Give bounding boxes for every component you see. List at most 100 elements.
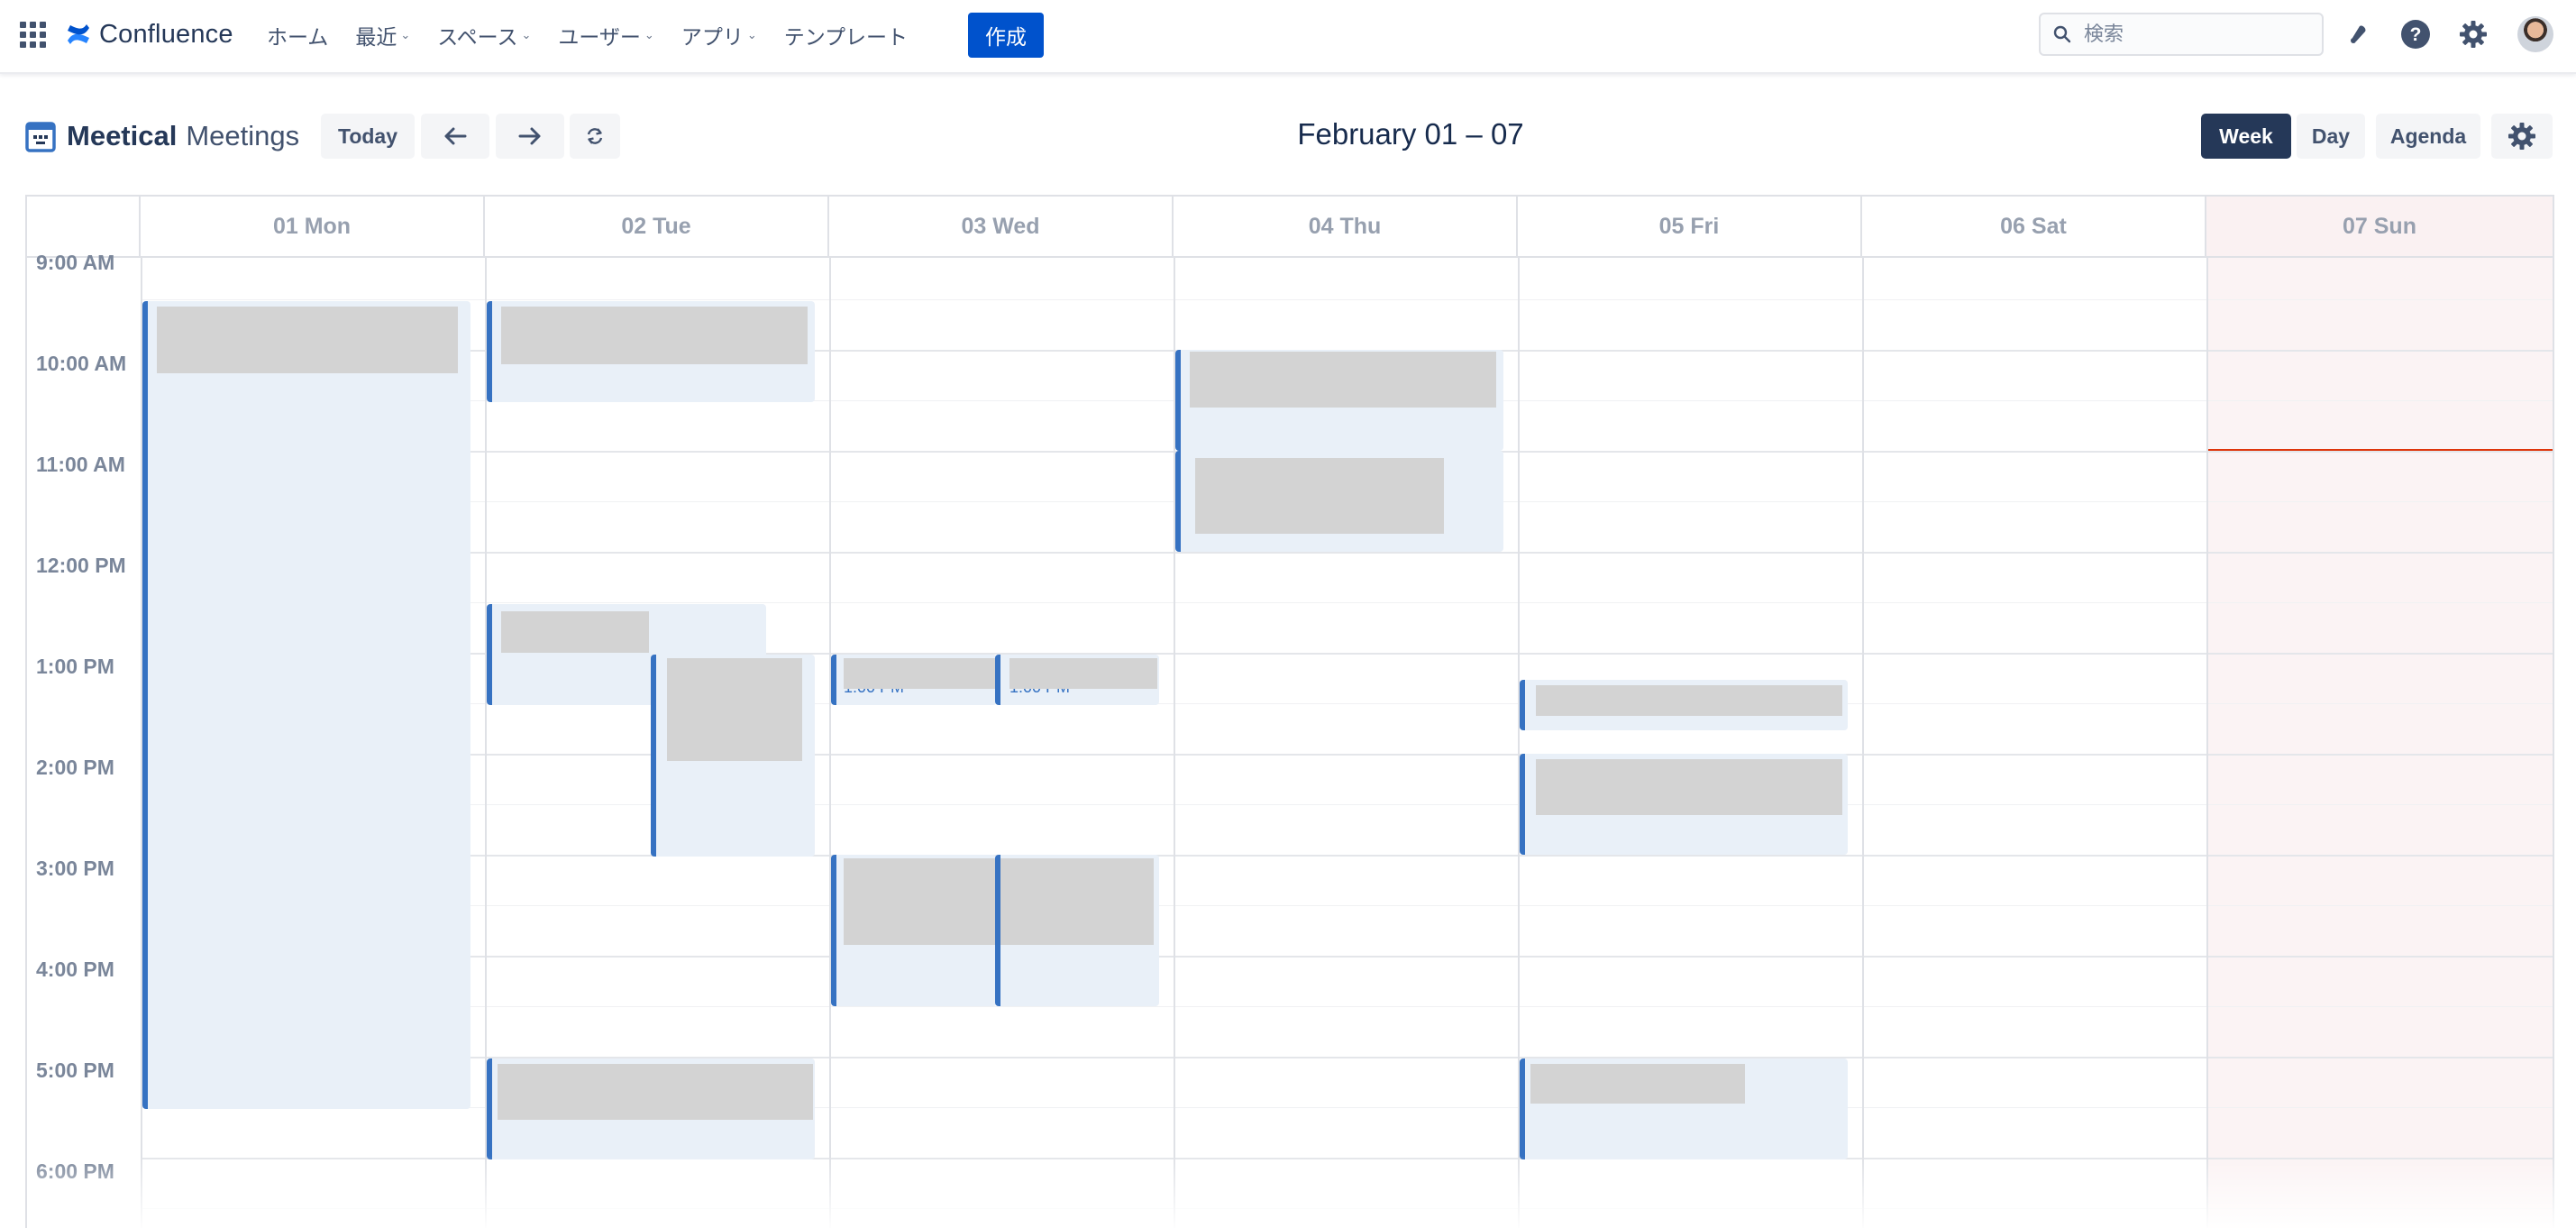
redacted-event-title — [1195, 458, 1444, 534]
time-gutter-header — [27, 197, 141, 258]
redacted-event-title — [844, 858, 997, 945]
event-block-wed-4[interactable] — [995, 855, 1159, 1006]
nav-spaces-label: スペース — [437, 25, 518, 49]
redacted-event-title — [1536, 759, 1842, 815]
day-header-mon[interactable]: 01 Mon — [141, 197, 485, 258]
meetical-branding: Meetical Meetings — [25, 117, 299, 155]
nav-home-label: ホーム — [267, 25, 329, 49]
day-header-tue[interactable]: 02 Tue — [485, 197, 829, 258]
hour-line — [141, 552, 2554, 554]
half-hour-line — [141, 602, 2554, 603]
time-label: 10:00 AM — [36, 352, 127, 375]
nav-templates[interactable]: テンプレート — [784, 20, 908, 50]
previous-week-button[interactable] — [421, 114, 489, 159]
scroll-fade — [27, 1156, 2554, 1228]
question-circle-icon: ? — [2401, 20, 2430, 49]
view-week-button[interactable]: Week — [2201, 114, 2291, 159]
event-block-thu-2[interactable] — [1175, 451, 1503, 552]
top-navigation: Confluence ホーム 最近 ⌄ スペース ⌄ ユーザー ⌄ アプリ ⌄ テンプレ… — [0, 0, 2576, 74]
next-week-button[interactable] — [496, 114, 564, 159]
app-subtitle: Meetings — [186, 120, 300, 151]
confluence-logo[interactable]: Confluence — [65, 16, 233, 52]
event-block-tue-1[interactable] — [487, 301, 815, 402]
day-header-sun[interactable]: 07 Sun — [2206, 197, 2554, 258]
event-block-wed-1[interactable]: 1:00 PM — [831, 655, 997, 705]
refresh-button[interactable] — [570, 114, 620, 159]
event-block-fri-3[interactable] — [1520, 1058, 1848, 1159]
redacted-event-title — [1530, 1064, 1745, 1104]
event-block-fri-1[interactable] — [1520, 680, 1848, 730]
column-divider — [829, 258, 831, 1228]
view-day-button[interactable]: Day — [2297, 114, 2365, 159]
confluence-logo-icon — [68, 24, 89, 44]
half-hour-line — [141, 1006, 2554, 1007]
time-label: 11:00 AM — [36, 453, 125, 476]
redacted-event-title — [667, 658, 802, 761]
time-label: 12:00 PM — [36, 554, 126, 577]
app-switcher-icon[interactable] — [20, 22, 47, 49]
half-hour-line — [141, 905, 2554, 906]
time-label: 6:00 PM — [36, 1159, 114, 1183]
column-divider — [2206, 258, 2208, 1228]
hour-line — [141, 956, 2554, 958]
brand-name: Confluence — [99, 19, 233, 49]
nav-home[interactable]: ホーム — [267, 20, 328, 50]
nav-users[interactable]: ユーザー ⌄ — [558, 20, 653, 50]
current-time-indicator — [2208, 449, 2553, 451]
half-hour-line — [141, 299, 2554, 300]
refresh-icon — [587, 128, 603, 144]
column-divider — [1862, 258, 1864, 1228]
create-button[interactable]: 作成 — [968, 13, 1044, 58]
event-block-tue-4[interactable] — [487, 1058, 815, 1159]
time-label: 4:00 PM — [36, 958, 114, 981]
event-block-wed-3[interactable] — [831, 855, 997, 1006]
notification-bell-icon[interactable] — [2343, 18, 2376, 50]
half-hour-line — [141, 1208, 2554, 1209]
date-range-title: February 01 – 07 — [1297, 117, 1524, 151]
day-header-fri[interactable]: 05 Fri — [1518, 197, 1862, 258]
today-button[interactable]: Today — [321, 114, 415, 159]
search-input[interactable] — [2082, 22, 2302, 47]
time-label: 1:00 PM — [36, 655, 114, 678]
event-block-tue-3[interactable] — [651, 655, 815, 857]
chevron-down-icon: ⌄ — [521, 28, 532, 41]
redacted-event-title — [1009, 658, 1157, 689]
chevron-down-icon: ⌄ — [400, 28, 411, 41]
calendar-grid[interactable]: 9:00 AM 10:00 AM 11:00 AM 12:00 PM 1:00 … — [27, 251, 2554, 1228]
user-avatar[interactable] — [2517, 16, 2553, 52]
arrow-left-icon — [444, 127, 467, 145]
settings-gear-icon[interactable] — [2457, 18, 2489, 50]
redacted-event-title — [844, 658, 997, 689]
help-icon[interactable]: ? — [2399, 18, 2432, 50]
redacted-event-title — [1536, 685, 1842, 716]
time-label: 2:00 PM — [36, 756, 114, 779]
nav-apps[interactable]: アプリ ⌄ — [681, 20, 757, 50]
redacted-event-title — [498, 1064, 813, 1120]
primary-nav: ホーム 最近 ⌄ スペース ⌄ ユーザー ⌄ アプリ ⌄ テンプレート — [267, 16, 935, 54]
half-hour-line — [141, 804, 2554, 805]
calendar-settings-button[interactable] — [2491, 114, 2553, 159]
event-block-fri-2[interactable] — [1520, 754, 1848, 855]
nav-recent-label: 最近 — [355, 25, 397, 49]
nav-spaces[interactable]: スペース ⌄ — [437, 20, 531, 50]
view-agenda-button[interactable]: Agenda — [2376, 114, 2480, 159]
day-header-thu[interactable]: 04 Thu — [1174, 197, 1518, 258]
time-label: 9:00 AM — [36, 251, 115, 274]
today-column-highlight — [2206, 258, 2554, 1228]
hour-line — [141, 754, 2554, 756]
search-field[interactable] — [2039, 13, 2324, 56]
event-block-thu-1[interactable] — [1175, 350, 1503, 451]
nav-apps-label: アプリ — [681, 25, 744, 49]
chevron-down-icon: ⌄ — [746, 28, 757, 41]
redacted-event-title — [501, 307, 808, 364]
event-block-mon[interactable] — [142, 301, 470, 1109]
arrow-right-icon — [518, 127, 541, 145]
gear-icon — [2460, 21, 2487, 48]
time-label: 5:00 PM — [36, 1058, 114, 1082]
redacted-event-title — [1190, 352, 1496, 408]
meetical-logo-icon — [25, 122, 56, 152]
day-header-wed[interactable]: 03 Wed — [829, 197, 1174, 258]
day-header-sat[interactable]: 06 Sat — [1862, 197, 2206, 258]
event-block-wed-2[interactable]: 1:00 PM — [995, 655, 1159, 705]
nav-recent[interactable]: 最近 ⌄ — [355, 20, 410, 50]
